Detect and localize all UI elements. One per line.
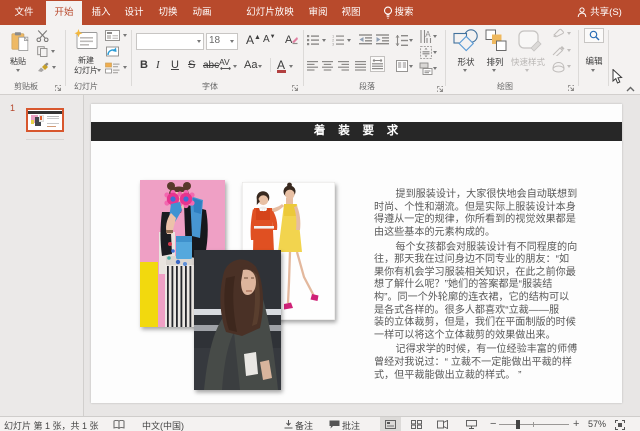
- svg-text:AV: AV: [219, 58, 230, 67]
- svg-text:A: A: [285, 34, 293, 46]
- svg-text:3: 3: [332, 42, 335, 46]
- svg-text:A: A: [425, 30, 431, 39]
